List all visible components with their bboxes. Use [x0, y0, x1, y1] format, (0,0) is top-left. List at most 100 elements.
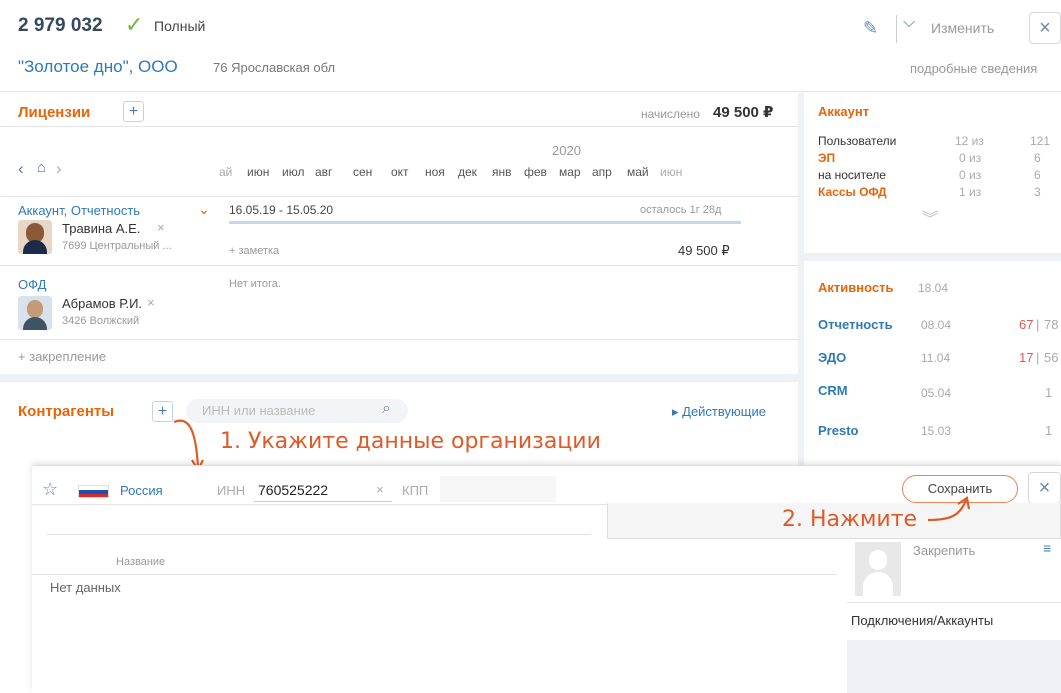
inn-value: 760525222 — [258, 482, 329, 498]
activity-row-date: 15.03 — [921, 424, 952, 438]
search-placeholder: ИНН или название — [202, 403, 316, 418]
star-icon[interactable]: ☆ — [42, 479, 58, 500]
accrued-value: 49 500 ₽ — [713, 104, 774, 121]
person-name[interactable]: Абрамов Р.И. — [62, 296, 142, 311]
account-row-label[interactable]: ЭП — [818, 151, 835, 165]
kpp-label: КПП — [402, 483, 429, 498]
licenses-title: Лицензии — [18, 104, 91, 121]
details-link[interactable]: подробные сведения — [910, 61, 1037, 76]
month-label: янв — [492, 165, 512, 179]
close-button[interactable]: × — [1028, 472, 1061, 504]
activity-row-date: 05.04 — [921, 386, 952, 400]
next-arrow-icon[interactable]: › — [56, 159, 62, 179]
remove-icon[interactable]: × — [147, 295, 155, 310]
prev-arrow-icon[interactable]: ‹ — [18, 159, 24, 179]
annotation-step1: 1. Укажите данные организации — [220, 429, 601, 454]
kpp-input[interactable] — [440, 476, 556, 502]
license-remaining: осталось 1г 28д — [640, 204, 722, 216]
activity-row-label[interactable]: ЭДО — [818, 350, 846, 365]
month-label: мар — [559, 165, 581, 179]
activity-date: 18.04 — [918, 281, 949, 295]
pen-icon[interactable]: ✎ — [863, 18, 878, 39]
month-label: фев — [524, 165, 547, 179]
add-contractor-dialog: ☆ Россия ИНН 760525222 × КПП Сохранить ×… — [32, 465, 1061, 693]
remove-icon[interactable]: × — [157, 220, 165, 235]
search-input[interactable]: ИНН или название ⌕ — [186, 399, 408, 423]
activity-total: 78 — [1044, 317, 1059, 332]
add-pin-link[interactable]: + закрепление — [18, 349, 106, 364]
expand-icon[interactable]: ︾ — [922, 205, 938, 229]
activity-row-label[interactable]: Presto — [818, 423, 858, 438]
search-icon[interactable]: ⌕ — [382, 400, 391, 418]
filter-icon[interactable]: ≡ — [1043, 540, 1051, 556]
close-button[interactable]: × — [1029, 12, 1061, 44]
account-row-total: 6 — [1034, 168, 1041, 182]
divider — [0, 196, 798, 197]
connections-row[interactable]: Подключения/Аккаунты — [847, 602, 1061, 640]
home-icon[interactable]: ⌂ — [37, 159, 46, 176]
account-row-value: 0 из — [959, 168, 982, 182]
activity-total: 1 — [1045, 423, 1053, 438]
month-label: апр — [592, 165, 612, 179]
divider — [0, 339, 798, 340]
account-row-label: на носителе — [818, 168, 886, 182]
account-panel: Аккаунт Пользователи 12 из 121 ЭП 0 из 6… — [804, 93, 1061, 253]
activity-title: Активность — [818, 280, 894, 295]
divider — [0, 126, 798, 127]
license-name[interactable]: ОФД — [18, 277, 46, 292]
clear-icon[interactable]: × — [376, 482, 384, 497]
divider — [896, 15, 897, 43]
divider — [32, 504, 607, 505]
annotation-arrow — [927, 496, 971, 522]
divider — [46, 534, 591, 535]
column-header-name: Название — [116, 556, 166, 568]
activity-row-date: 08.04 — [921, 318, 952, 332]
org-header: 2 979 032 ✓ Полный "Золотое дно", ООО 76… — [0, 0, 1061, 92]
license-name[interactable]: Аккаунт, Отчетность — [18, 203, 140, 218]
chevron-down-icon[interactable]: ⌄ — [198, 201, 210, 218]
account-row-total: 121 — [1030, 134, 1051, 148]
month-label: сен — [353, 165, 373, 179]
month-label: июн — [247, 165, 270, 179]
account-row-value: 0 из — [959, 151, 982, 165]
account-row-label[interactable]: Кассы ОФД — [818, 185, 887, 199]
office-label: 7699 Центральный ... — [62, 240, 172, 252]
account-row-value: 1 из — [959, 185, 982, 199]
activity-count: 17 — [1019, 350, 1034, 365]
contractors-title: Контрагенты — [18, 403, 115, 420]
status-label: Полный — [154, 18, 206, 34]
activity-row-label[interactable]: Отчетность — [818, 317, 893, 332]
active-filter[interactable]: ▸ Действующие — [672, 404, 766, 420]
note-link[interactable]: + заметка — [229, 245, 279, 257]
license-amount: 49 500 ₽ — [678, 243, 730, 258]
divider — [0, 265, 798, 266]
inn-input[interactable]: 760525222 × — [254, 476, 392, 502]
avatar — [855, 542, 901, 596]
month-label: май — [627, 165, 649, 179]
account-row-label: Пользователи — [818, 134, 897, 148]
activity-row-label[interactable]: CRM — [818, 383, 848, 398]
empty-state: Нет данных — [50, 580, 121, 595]
org-region: 76 Ярославская обл — [213, 60, 336, 75]
edit-button[interactable]: Изменить — [931, 20, 994, 36]
add-license-button[interactable]: + — [123, 101, 144, 122]
activity-panel: Активность 18.04 Отчетность 08.04 67 | 7… — [804, 261, 1061, 465]
flag-icon — [78, 485, 109, 498]
month-label: окт — [391, 165, 409, 179]
org-name[interactable]: "Золотое дно", ООО — [18, 57, 178, 77]
license-progress — [229, 221, 741, 224]
pin-button[interactable]: Закрепить — [913, 543, 975, 558]
dialog-side-panel: Закрепить ≡ Подключения/Аккаунты — [847, 536, 1061, 693]
account-row-total: 6 — [1034, 151, 1041, 165]
activity-count: 67 — [1019, 317, 1034, 332]
month-label: июл — [282, 165, 305, 179]
timeline-year: 2020 — [552, 143, 581, 158]
month-label: июн — [660, 165, 683, 179]
page: 2 979 032 ✓ Полный "Золотое дно", ООО 76… — [0, 0, 1061, 693]
activity-total: 1 — [1045, 385, 1053, 400]
account-title: Аккаунт — [818, 104, 870, 119]
separator-icon: | — [1036, 317, 1040, 332]
country-select[interactable]: Россия — [120, 483, 163, 498]
person-name[interactable]: Травина А.Е. — [62, 221, 140, 236]
chevron-down-icon[interactable]: ⌵ — [903, 14, 915, 32]
